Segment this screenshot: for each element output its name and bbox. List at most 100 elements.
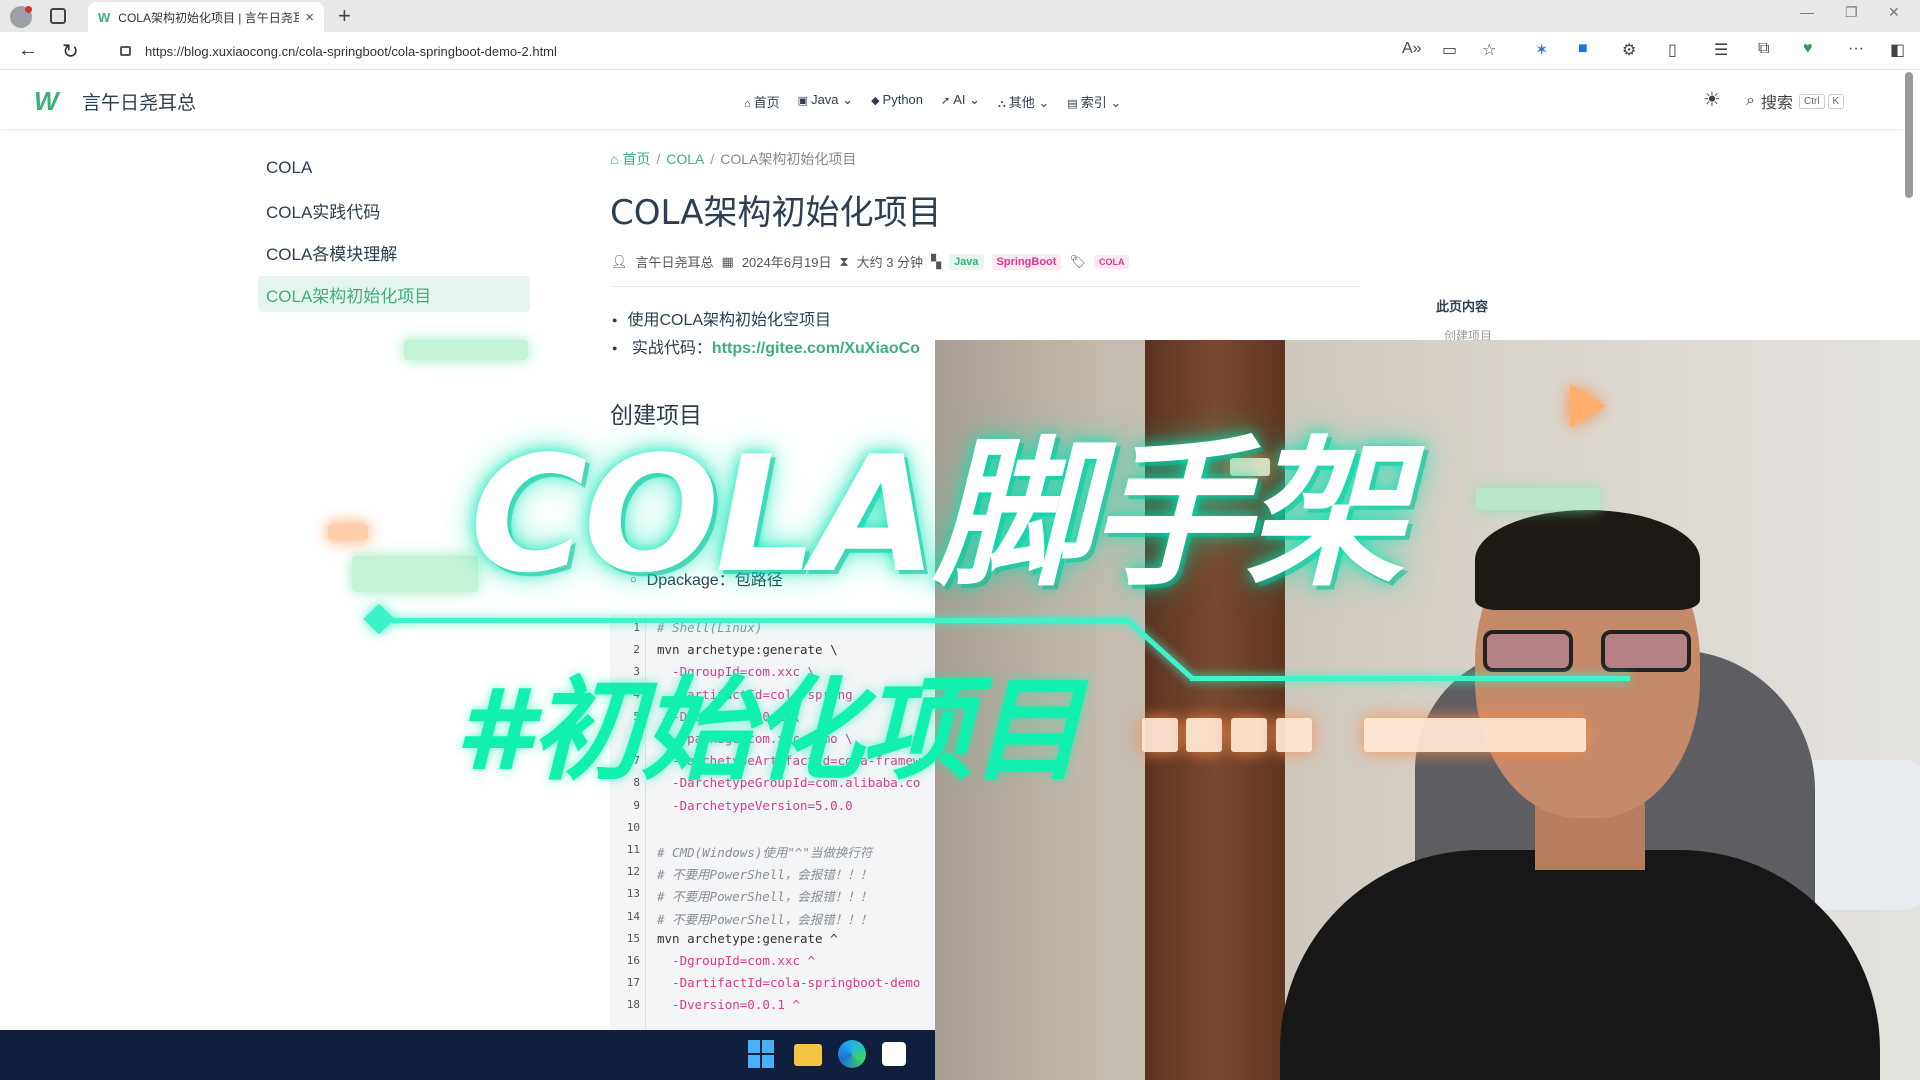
python-icon: ◆ bbox=[871, 95, 880, 107]
glow-bar bbox=[1186, 718, 1222, 752]
collections-icon[interactable]: ⧉ bbox=[1758, 40, 1769, 58]
edge-browser-icon[interactable] bbox=[838, 1040, 866, 1068]
search-button[interactable]: ⌕ 搜索 Ctrl K bbox=[1746, 89, 1845, 113]
favorite-star-icon[interactable]: ☆ bbox=[1482, 40, 1496, 60]
presenter-glasses bbox=[1483, 630, 1693, 672]
windows-taskbar bbox=[0, 1030, 935, 1080]
glow-bar bbox=[1364, 718, 1586, 752]
code-line: 15 mvn archetype:generate ^ bbox=[610, 929, 935, 951]
menu-home[interactable]: ⌂ 首页 bbox=[744, 92, 780, 111]
category-icon: ▚ bbox=[931, 253, 942, 269]
more-menu-icon[interactable]: ··· bbox=[1848, 40, 1864, 58]
site-name[interactable]: 言午日尧耳总 bbox=[82, 88, 196, 115]
code-text: # 不要用PowerShell，会报错！！！ bbox=[657, 867, 873, 883]
browser-essentials-icon[interactable]: ♥ bbox=[1803, 40, 1813, 58]
java-icon: ▣ bbox=[797, 95, 809, 107]
menu-other[interactable]: ⛬ 其他 ⌄ bbox=[998, 92, 1049, 111]
extension-translate-icon[interactable]: ✶ bbox=[1535, 40, 1548, 60]
article-meta: 👤︎ 言午日尧耳总 ▦ 2024年6月19日 ⧗ 大约 3 分钟 ▚ Java Spr… bbox=[611, 252, 1130, 271]
sidebar-item-modules[interactable]: COLA各模块理解 bbox=[258, 234, 530, 270]
back-icon[interactable]: ← bbox=[18, 39, 38, 62]
category-badge-java[interactable]: Java bbox=[949, 253, 984, 270]
line-number: 16 bbox=[626, 954, 640, 967]
menu-python[interactable]: ◆ Python bbox=[871, 92, 923, 111]
main-menu: ⌂ 首页 ▣ Java ⌄ ◆ Python ➚ AI ⌄ ⛬ 其他 ⌄ ▤ 索引 ⌄ bbox=[744, 92, 1121, 111]
line-number: 15 bbox=[626, 931, 640, 945]
restore-icon[interactable]: ❐ bbox=[1845, 4, 1858, 21]
code-line: 18 -Dversion=0.0.1 ^ bbox=[610, 995, 935, 1017]
menu-ai[interactable]: ➚ AI ⌄ bbox=[941, 92, 980, 111]
sidebar-item-init-project[interactable]: COLA架构初始化项目 bbox=[258, 276, 530, 312]
sidebar-item-cola[interactable]: COLA bbox=[258, 150, 530, 186]
code-text: # CMD(Windows)使用"^"当做换行符 bbox=[657, 845, 873, 860]
code-line: 11 # CMD(Windows)使用"^"当做换行符 bbox=[610, 840, 935, 862]
close-window-icon[interactable]: ✕ bbox=[1888, 4, 1900, 21]
toc-heading: 此页内容 bbox=[1436, 299, 1489, 314]
refresh-icon[interactable]: ↻ bbox=[62, 39, 79, 64]
browser-tab[interactable]: W COLA架构初始化项目 | 言午日尧耳总 × bbox=[88, 2, 324, 32]
shortcut-k: K bbox=[1827, 93, 1845, 109]
store-icon[interactable] bbox=[882, 1042, 906, 1066]
code-line: 16 -DgroupId=com.xxc ^ bbox=[610, 951, 935, 973]
minimize-icon[interactable]: — bbox=[1800, 4, 1814, 20]
lock-icon bbox=[120, 46, 131, 56]
author[interactable]: 言午日尧耳总 bbox=[636, 252, 714, 271]
code-line: 13 # 不要用PowerShell，会报错！！！ bbox=[610, 884, 935, 906]
tab-actions-icon[interactable] bbox=[50, 8, 66, 24]
theme-toggle-icon[interactable]: ☀ bbox=[1703, 87, 1721, 112]
code-line: 10 bbox=[610, 818, 935, 840]
line-number: 17 bbox=[626, 976, 640, 990]
extension-bookmark-icon[interactable]: ■ bbox=[1578, 40, 1588, 58]
neon-line bbox=[378, 618, 1130, 623]
category-badge-springboot[interactable]: SpringBoot bbox=[991, 253, 1062, 270]
extensions-icon[interactable]: ⚙ bbox=[1622, 40, 1636, 60]
glow-bar bbox=[404, 340, 528, 360]
page-title: COLA架构初始化项目 bbox=[610, 193, 942, 233]
sidebar: COLA COLA实践代码 COLA各模块理解 COLA架构初始化项目 bbox=[258, 150, 530, 318]
glow-bar bbox=[352, 556, 478, 592]
thumbnail-title: COLA脚手架 bbox=[470, 421, 1405, 608]
glow-bar bbox=[1276, 718, 1312, 752]
url-field[interactable]: https://blog.xuxiaocong.cn/cola-springbo… bbox=[104, 36, 1399, 66]
list-item: 使用COLA架构初始化空项目 bbox=[612, 306, 831, 330]
menu-index[interactable]: ▤ 索引 ⌄ bbox=[1067, 92, 1121, 111]
address-bar-row: ← ↻ https://blog.xuxiaocong.cn/cola-spri… bbox=[0, 32, 1920, 70]
code-text: -Dversion=0.0.1 ^ bbox=[657, 997, 800, 1013]
page-scrollbar[interactable] bbox=[1905, 72, 1913, 198]
sidebar-item-practice-code[interactable]: COLA实践代码 bbox=[258, 192, 530, 228]
code-text: -DgroupId=com.xxc ^ bbox=[657, 953, 816, 968]
glow-bar bbox=[1142, 718, 1178, 752]
line-number: 14 bbox=[626, 909, 640, 923]
file-explorer-icon[interactable] bbox=[794, 1044, 822, 1066]
site-logo-icon[interactable]: W bbox=[34, 86, 58, 117]
breadcrumb-section[interactable]: COLA bbox=[666, 151, 704, 167]
read-time: 大约 3 分钟 bbox=[856, 255, 924, 270]
sidebar-toggle-icon[interactable]: ◧ bbox=[1890, 40, 1905, 60]
line-number: 13 bbox=[626, 887, 640, 901]
new-tab-icon[interactable]: + bbox=[338, 3, 351, 29]
neon-diamond bbox=[363, 603, 395, 635]
breadcrumb: ⌂ 首页 / COLA / COLA架构初始化项目 bbox=[610, 151, 857, 167]
windows-start-icon[interactable] bbox=[748, 1040, 776, 1068]
split-screen-icon[interactable]: ▯ bbox=[1668, 40, 1677, 60]
line-number: 18 bbox=[626, 998, 640, 1012]
glow-bar bbox=[328, 524, 368, 540]
profile-avatar-icon[interactable] bbox=[10, 6, 32, 28]
code-text: # 不要用PowerShell，会报错！！！ bbox=[657, 911, 873, 927]
breadcrumb-home[interactable]: ⌂ 首页 bbox=[610, 151, 650, 167]
tag-badge-cola[interactable]: COLA bbox=[1093, 254, 1130, 269]
search-label: 搜索 bbox=[1760, 95, 1793, 112]
tab-title: COLA架构初始化项目 | 言午日尧耳总 bbox=[118, 10, 300, 25]
home-icon: ⌂ bbox=[744, 98, 751, 110]
menu-java[interactable]: ▣ Java ⌄ bbox=[798, 92, 853, 111]
favorites-icon[interactable]: ☰ bbox=[1714, 40, 1728, 60]
reader-view-icon[interactable]: ▭ bbox=[1442, 40, 1457, 60]
tag-icon: 🏷︎ bbox=[1069, 253, 1086, 269]
close-tab-icon[interactable]: × bbox=[305, 9, 314, 26]
code-text: # 不要用PowerShell，会报错！！！ bbox=[657, 889, 873, 905]
read-aloud-icon[interactable]: A» bbox=[1402, 40, 1422, 58]
code-line: 12 # 不要用PowerShell，会报错！！！ bbox=[610, 862, 935, 884]
play-icon bbox=[1570, 384, 1606, 428]
calendar-icon: ▦ bbox=[721, 253, 734, 269]
gitee-link[interactable]: https://gitee.com/XuXiaoCo bbox=[712, 340, 920, 357]
